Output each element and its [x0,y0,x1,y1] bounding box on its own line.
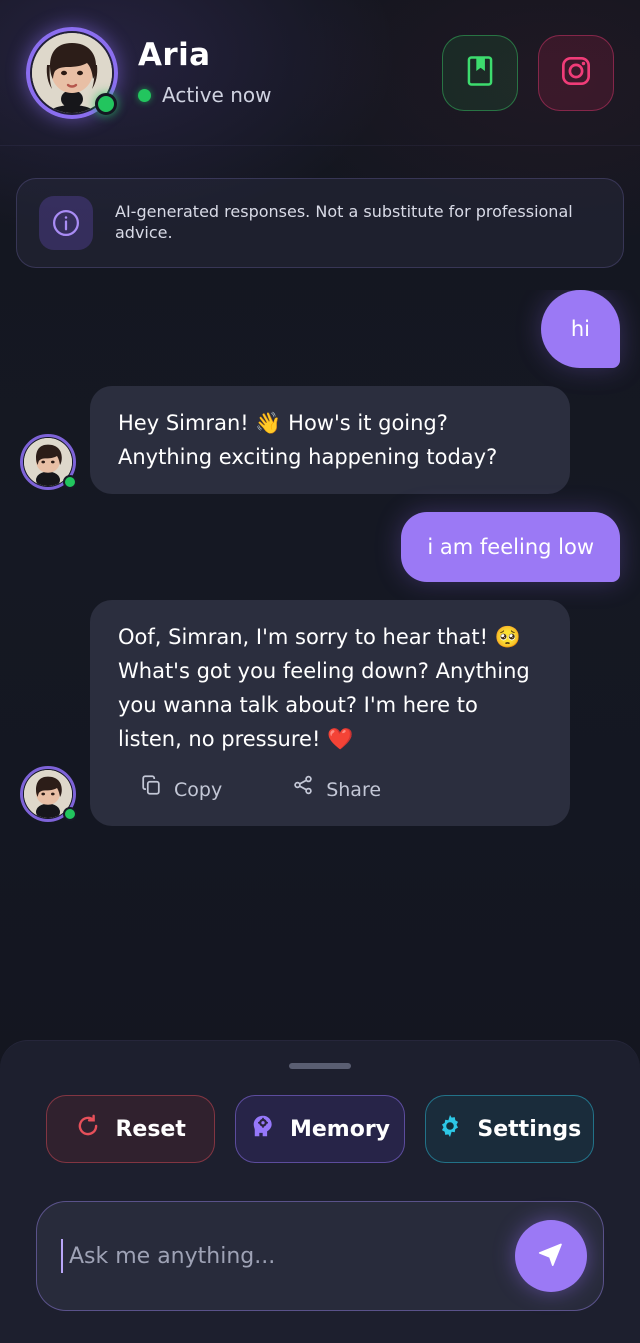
instagram-button[interactable] [538,34,614,111]
disclaimer-banner: AI-generated responses. Not a substitute… [16,178,624,268]
message-list[interactable]: hi Hey Simran! 👋 How's it going? Anythin… [0,290,640,1040]
message-bubble-user: hi [540,290,620,369]
online-status-dot-icon [95,92,117,115]
page-title: Aria [138,36,211,73]
brain-gear-icon [250,1113,276,1145]
share-button[interactable]: Share [292,774,381,806]
message-input-bar[interactable]: Ask me anything... [36,1201,604,1311]
avatar [20,765,77,822]
settings-button[interactable]: Settings [424,1095,594,1163]
instagram-icon [560,55,592,91]
memory-button[interactable]: Memory [235,1095,405,1163]
memory-label: Memory [289,1116,391,1142]
message-row-user: i am feeling low [20,512,620,583]
message-text: Oof, Simran, I'm sorry to hear that! 🥺 W… [118,625,530,752]
header-actions [442,34,614,111]
online-dot-icon [138,88,151,102]
journal-button[interactable] [442,34,518,111]
message-bubble-ai: Hey Simran! 👋 How's it going? Anything e… [90,386,570,495]
refresh-icon [75,1113,101,1145]
message-row-user: hi [20,290,620,369]
chat-header: Aria Active now [0,0,640,146]
online-dot-icon [63,806,77,821]
share-icon [292,774,314,806]
bottom-panel: Reset Memory Settings Ask me anything... [0,1040,640,1343]
header-info: Aria Active now [138,38,442,107]
chat-app-screen: Aria Active now AI-generated responses. … [0,0,640,1343]
send-button[interactable] [515,1220,587,1292]
info-icon [39,196,93,250]
avatar[interactable] [26,26,118,119]
copy-label: Copy [174,778,223,801]
gear-icon [437,1113,463,1145]
reset-button[interactable]: Reset [46,1095,216,1163]
message-bubble-ai: Oof, Simran, I'm sorry to hear that! 🥺 W… [90,600,570,826]
copy-icon [140,774,162,806]
message-actions: Copy Share [118,774,542,806]
message-bubble-user: i am feeling low [401,512,620,583]
message-row-ai: Oof, Simran, I'm sorry to hear that! 🥺 W… [20,600,620,826]
quick-actions: Reset Memory Settings [0,1069,640,1163]
send-icon [535,1238,567,1274]
reset-label: Reset [115,1116,186,1142]
copy-button[interactable]: Copy [140,774,222,806]
online-dot-icon [63,475,77,490]
avatar [20,434,77,491]
bookmark-icon [465,55,495,91]
status-row: Active now [138,83,442,107]
message-input[interactable]: Ask me anything... [63,1244,515,1269]
disclaimer-text: AI-generated responses. Not a substitute… [115,202,573,242]
message-row-ai: Hey Simran! 👋 How's it going? Anything e… [20,386,620,495]
settings-label: Settings [477,1116,582,1142]
share-label: Share [326,778,382,801]
status-text: Active now [162,83,272,108]
